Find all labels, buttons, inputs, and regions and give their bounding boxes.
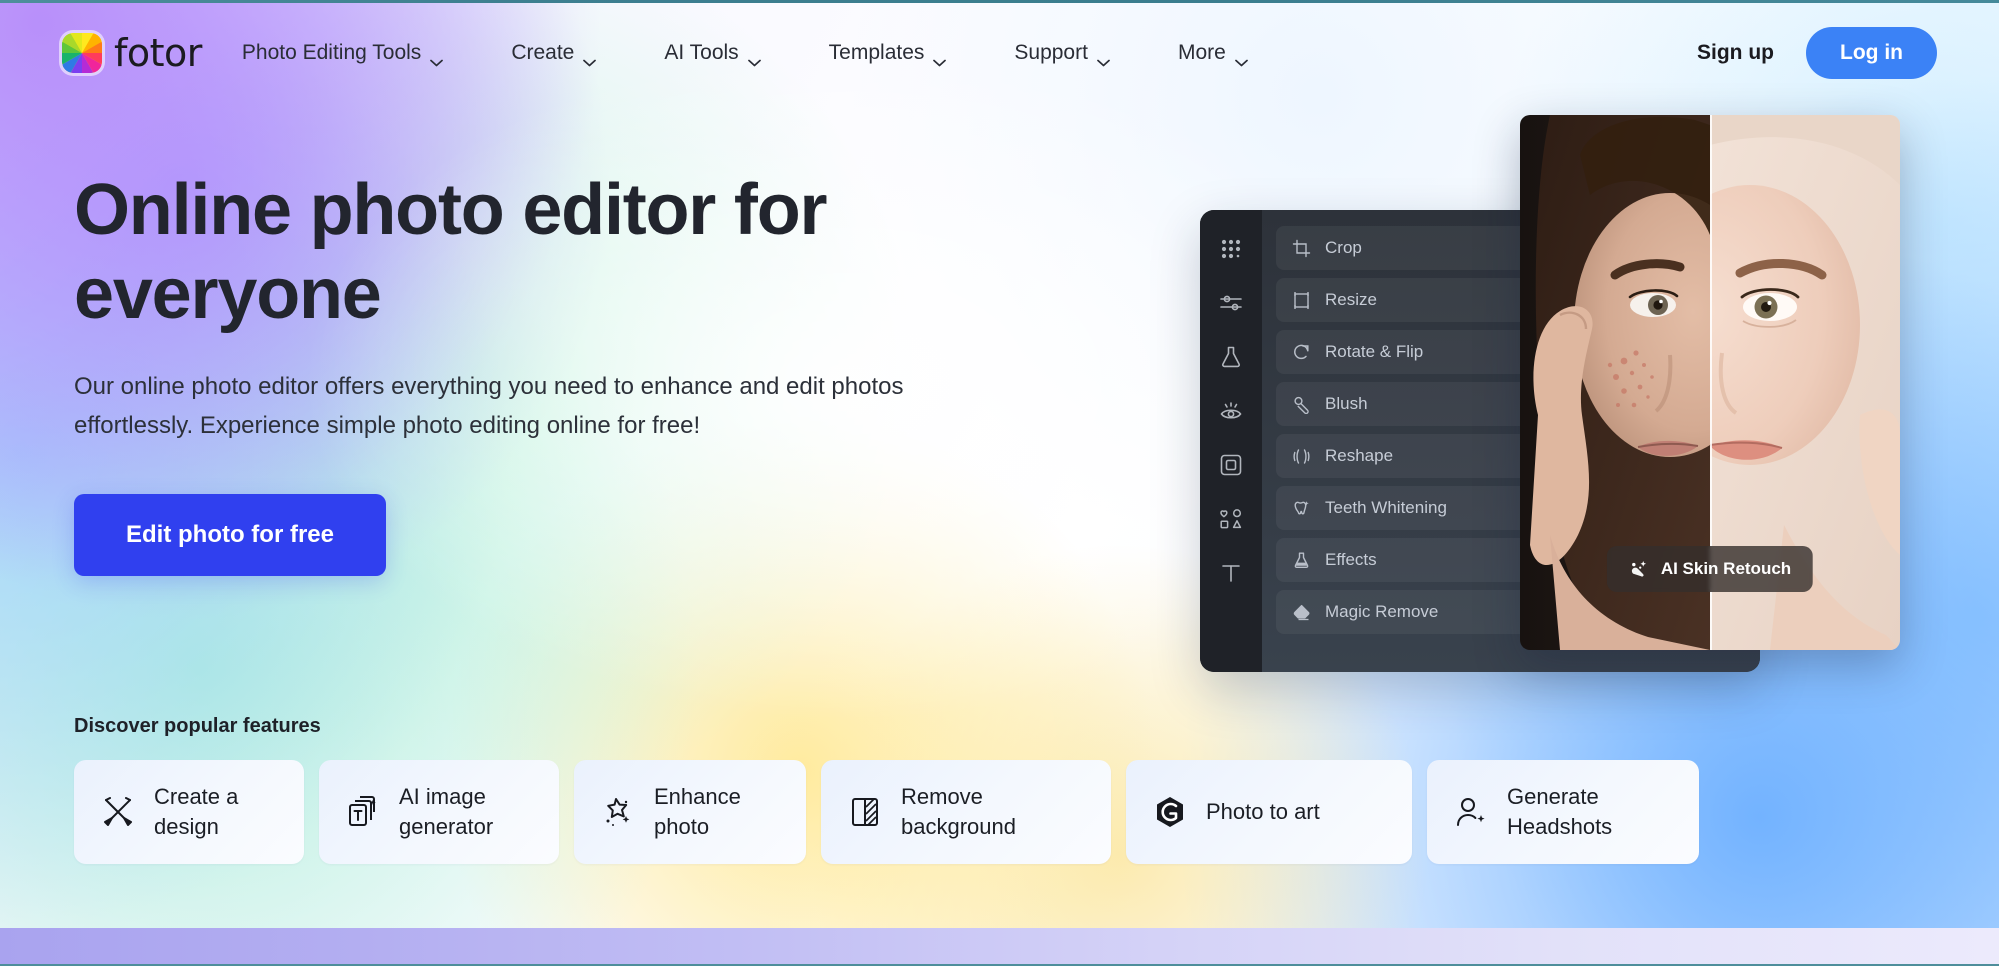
main-navigation: Photo Editing Tools Create AI Tools Temp… [232,33,1306,73]
chevron-down-icon [1235,49,1248,57]
brand-logo[interactable]: fotor [62,31,202,75]
remove-background-icon [847,794,883,830]
chevron-down-icon [583,49,596,57]
nav-item-more[interactable]: More [1168,33,1258,73]
enhance-photo-icon [600,794,636,830]
feature-label: Create a design [154,782,238,841]
feature-card-enhance-photo[interactable]: Enhance photo [574,760,806,864]
crop-icon [1292,239,1311,258]
nav-label: Create [511,41,574,65]
chevron-down-icon [430,49,443,57]
hero-subheading: Our online photo editor offers everythin… [74,368,954,446]
ai-image-generator-icon [345,794,381,830]
fotor-landing-page: fotor Photo Editing Tools Create AI Tool… [0,0,1999,966]
editor-tool-rail [1200,210,1262,672]
feature-card-ai-image-generator[interactable]: AI image generator [319,760,559,864]
tool-label: Reshape [1325,446,1393,466]
feature-label: AI image generator [399,782,493,841]
tool-label: Teeth Whitening [1325,498,1447,518]
features-heading: Discover popular features [74,715,1934,738]
popular-features-section: Discover popular features Create a desig… [74,715,1934,864]
fotor-colorwheel-icon [62,33,102,73]
feature-card-remove-background[interactable]: Remove background [821,760,1111,864]
feature-card-create-a-design[interactable]: Create a design [74,760,304,864]
generate-headshots-icon [1453,794,1489,830]
page-bottom-band [0,928,1999,964]
feature-label: Photo to art [1206,797,1320,827]
ai-skin-retouch-tooltip[interactable]: AI Skin Retouch [1607,546,1813,592]
hero-section: Online photo editor for everyone Our onl… [74,168,954,576]
brand-name: fotor [114,31,202,75]
nav-label: More [1178,41,1226,65]
create-design-icon [100,794,136,830]
effects-icon [1292,551,1311,570]
tool-label: Effects [1325,550,1377,570]
site-header: fotor Photo Editing Tools Create AI Tool… [0,3,1999,103]
adjust-sliders-icon[interactable] [1218,290,1244,316]
chevron-down-icon [933,49,946,57]
nav-item-support[interactable]: Support [1004,33,1120,73]
nav-item-create[interactable]: Create [501,33,606,73]
feature-label: Enhance photo [654,782,741,841]
page-title: Online photo editor for everyone [74,168,904,336]
chevron-down-icon [1097,49,1110,57]
edit-photo-for-free-button[interactable]: Edit photo for free [74,494,386,576]
nav-label: Templates [829,41,925,65]
feature-card-row: Create a design AI image generator [74,760,1934,864]
nav-item-templates[interactable]: Templates [819,33,957,73]
ai-sparkle-icon [1629,559,1649,579]
feature-card-photo-to-art[interactable]: Photo to art [1126,760,1412,864]
rotate-flip-icon [1292,343,1311,362]
reshape-icon [1292,447,1311,466]
tool-label: Crop [1325,238,1362,258]
chevron-down-icon [748,49,761,57]
before-after-photo: AI Skin Retouch [1520,115,1900,650]
feature-label: Generate Headshots [1507,782,1612,841]
tooltip-label: AI Skin Retouch [1661,559,1791,579]
photo-to-art-icon [1152,794,1188,830]
text-icon[interactable] [1218,560,1244,586]
sign-up-button[interactable]: Sign up [1693,33,1778,73]
teeth-whitening-icon [1292,499,1311,518]
nav-item-photo-editing-tools[interactable]: Photo Editing Tools [232,33,453,73]
nav-label: Support [1014,41,1088,65]
tool-label: Rotate & Flip [1325,342,1423,362]
frame-icon[interactable] [1218,452,1244,478]
editor-mockup: Crop Resize Rotate [1200,210,1900,672]
nav-label: AI Tools [664,41,738,65]
header-actions: Sign up Log in [1693,27,1937,79]
top-accent-rule [0,0,1999,3]
resize-icon [1292,291,1311,310]
feature-label: Remove background [901,782,1016,841]
log-in-button[interactable]: Log in [1806,27,1937,79]
retouch-eye-icon[interactable] [1218,398,1244,424]
magic-remove-icon [1292,603,1311,622]
feature-card-generate-headshots[interactable]: Generate Headshots [1427,760,1699,864]
tool-label: Blush [1325,394,1368,414]
blush-icon [1292,395,1311,414]
tool-label: Magic Remove [1325,602,1438,622]
tool-label: Resize [1325,290,1377,310]
nav-item-ai-tools[interactable]: AI Tools [654,33,770,73]
elements-shapes-icon[interactable] [1218,506,1244,532]
nav-label: Photo Editing Tools [242,41,421,65]
beauty-flask-icon[interactable] [1218,344,1244,370]
grid-dots-icon[interactable] [1218,236,1244,262]
